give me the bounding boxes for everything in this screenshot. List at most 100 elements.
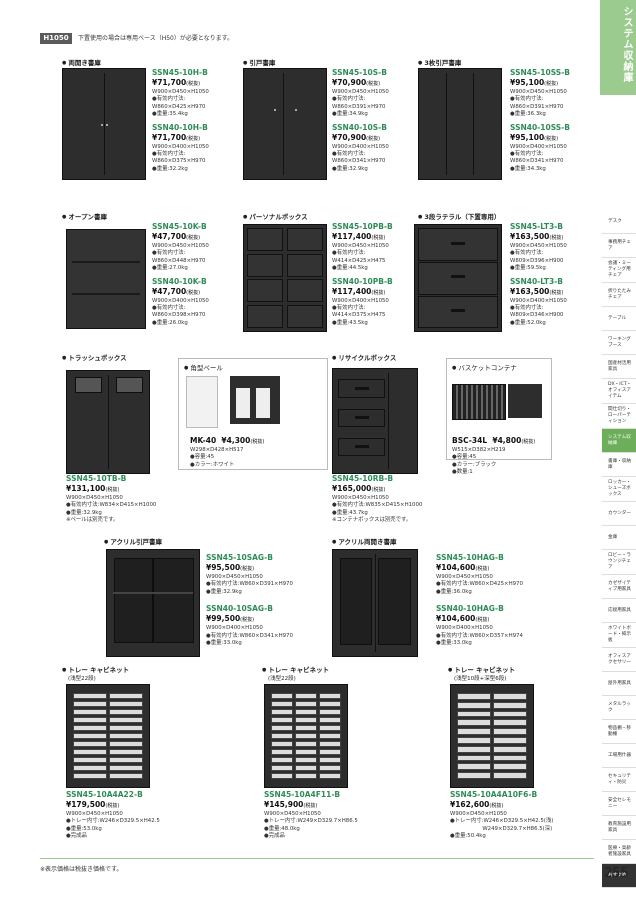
product-code: SSN40-10SAG-B bbox=[206, 604, 273, 614]
tray bbox=[109, 757, 143, 763]
tray bbox=[295, 717, 317, 723]
tray bbox=[319, 725, 341, 731]
product-block: MK-40 ¥4,300(税抜) W298×D428×H517 ●容量:45 ●… bbox=[190, 436, 264, 469]
product-price: ¥47,700(税抜) bbox=[152, 232, 201, 241]
sidebar-item[interactable]: ロッカー・シューズボックス bbox=[602, 477, 636, 502]
tray bbox=[493, 728, 527, 735]
tray bbox=[109, 725, 143, 731]
section-title: バスケットコンテナ bbox=[452, 362, 517, 372]
product-price: BSC-34L ¥4,800(税抜) bbox=[452, 436, 536, 445]
tray bbox=[319, 709, 341, 715]
sidebar-item[interactable]: 安全セレモニー bbox=[602, 792, 636, 816]
product-block: SSN45-10RB-B ¥165,000(税抜) W900×D450×H105… bbox=[332, 474, 422, 525]
tray bbox=[319, 749, 341, 755]
section-title: 引戸書庫 bbox=[243, 57, 275, 67]
sidebar-item[interactable]: ワーキングブース bbox=[602, 331, 636, 355]
product-price: ¥71,700(税抜) bbox=[152, 132, 201, 142]
product-spec: W414×D375×H475 bbox=[332, 312, 386, 319]
product-code: SSN45-10S-B bbox=[332, 68, 387, 77]
lateral-cabinet-image bbox=[414, 224, 502, 332]
sidebar-item[interactable]: 屋外用家具 bbox=[602, 672, 636, 696]
tray bbox=[271, 733, 293, 739]
product-spec: ●重量:33.0kg bbox=[206, 640, 242, 647]
sidebar-item[interactable]: デスク bbox=[602, 210, 636, 234]
section-title: 角型ペール bbox=[184, 362, 223, 372]
sidebar-item[interactable]: カゼザイティブ用家具 bbox=[602, 575, 636, 599]
tray bbox=[493, 737, 527, 744]
sidebar-item[interactable]: 物品棚・移動棚 bbox=[602, 720, 636, 744]
product-spec: W860×D341×H970 bbox=[510, 158, 564, 165]
product-spec: ●容量:45 bbox=[190, 454, 215, 461]
product-spec: ●重量:59.5kg bbox=[510, 265, 546, 272]
sidebar-item[interactable]: 事務用チェア bbox=[602, 234, 636, 258]
tray bbox=[295, 741, 317, 747]
sidebar-item[interactable]: 医療・高齢者施設家具 bbox=[602, 840, 636, 864]
product-price: ¥70,900(税抜) bbox=[332, 132, 381, 142]
sidebar-item[interactable]: 折りたたみチェア bbox=[602, 283, 636, 307]
tray bbox=[271, 773, 293, 779]
section-title: オープン書庫 bbox=[62, 211, 107, 221]
trash-box-image bbox=[66, 370, 150, 474]
product-price: ¥145,900(税抜) bbox=[264, 800, 318, 809]
tray bbox=[271, 717, 293, 723]
product-spec: ●有効内寸法: bbox=[152, 151, 186, 158]
sliding-door-cabinet-image bbox=[243, 68, 327, 180]
sidebar-item[interactable]: DX・ICT・オフィスアイテム bbox=[602, 379, 636, 404]
tray bbox=[271, 709, 293, 715]
sidebar-item[interactable]: 会議・ミーティング用チェア bbox=[602, 258, 636, 283]
product-price: ¥47,700(税抜) bbox=[152, 286, 201, 296]
sidebar-item[interactable]: テーブル bbox=[602, 307, 636, 331]
section-title: 3段ラテラル（下置専用） bbox=[418, 211, 500, 221]
tray bbox=[493, 772, 527, 779]
sidebar-item[interactable]: システム収納庫 bbox=[602, 429, 636, 453]
sidebar-item[interactable]: 教育施設用家具 bbox=[602, 816, 636, 840]
product-block: SSN45-10S-B ¥70,900(税抜) W900×D450×H1050 … bbox=[332, 68, 389, 173]
product-code: SSN45-10TB-B bbox=[66, 474, 127, 483]
product-code: SSN45-10PB-B bbox=[332, 222, 393, 231]
sidebar-item[interactable]: 工場用什器 bbox=[602, 744, 636, 768]
product-price: ¥71,700(税抜) bbox=[152, 78, 201, 87]
pail-image bbox=[186, 376, 218, 428]
product-block: SSN45-10H-B ¥71,700(税抜) W900×D450×H1050 … bbox=[152, 68, 209, 173]
tray bbox=[271, 749, 293, 755]
product-spec: ※コンテナボックスは別売です。 bbox=[332, 517, 412, 524]
product-spec: ●重量:32.9kg bbox=[332, 165, 368, 172]
product-spec: ●完成品 bbox=[264, 833, 285, 840]
tray-cabinet-image bbox=[450, 684, 534, 788]
sidebar-item[interactable]: セキュリティ・防災 bbox=[602, 768, 636, 792]
product-price: ¥162,600(税抜) bbox=[450, 800, 504, 809]
section-title: 3枚引戸書庫 bbox=[418, 57, 461, 67]
product-code: SSN40-10SS-B bbox=[510, 122, 571, 132]
product-spec: ●トレー内寸:W246×D329.5×H42.5(浅) bbox=[450, 818, 554, 825]
product-spec: ●有効内寸法: bbox=[152, 96, 186, 103]
product-spec: ●有効内寸法:W835×D415×H1000 bbox=[332, 502, 423, 509]
sidebar-item[interactable]: 書庫・収納庫 bbox=[602, 453, 636, 477]
sidebar-item[interactable]: 間仕切り・ローパーティション bbox=[602, 404, 636, 429]
section-subtitle: (浅型10段+深型6段) bbox=[454, 676, 507, 682]
sidebar-item[interactable]: メタルラック bbox=[602, 696, 636, 720]
product-spec: W860×D398×H970 bbox=[152, 312, 206, 319]
product-spec: ●有効内寸法:W860×D341×H970 bbox=[206, 632, 293, 639]
sidebar-item[interactable]: カウンター bbox=[602, 502, 636, 526]
tray bbox=[73, 725, 107, 731]
tray bbox=[73, 741, 107, 747]
product-block: SSN45-10PB-B ¥117,400(税抜) W900×D450×H105… bbox=[332, 222, 393, 327]
product-spec: W900×D400×H1050 bbox=[510, 143, 567, 150]
section-title: アクリル両開き書庫 bbox=[332, 536, 396, 546]
tray bbox=[457, 763, 491, 771]
product-spec: ●有効内寸法: bbox=[332, 305, 366, 312]
product-spec: ●トレー内寸:W249×D329.7×H86.5 bbox=[264, 818, 358, 825]
tray bbox=[295, 733, 317, 739]
sidebar-item[interactable]: ロビー・ラウンジチェア bbox=[602, 550, 636, 575]
product-price: ¥117,400(税抜) bbox=[332, 232, 386, 241]
sidebar-item[interactable]: 金庫 bbox=[602, 526, 636, 550]
section-title: トレー キャビネット bbox=[448, 664, 515, 674]
product-price: ¥163,500(税抜) bbox=[510, 232, 564, 241]
sidebar-item[interactable]: 国産材活用家具 bbox=[602, 355, 636, 379]
sidebar-item[interactable]: 応接用家具 bbox=[602, 599, 636, 623]
tray bbox=[295, 701, 317, 707]
product-price: ¥163,500(税抜) bbox=[510, 286, 564, 296]
tray bbox=[457, 710, 491, 718]
sidebar-item[interactable]: オフィスアクセサリー bbox=[602, 648, 636, 672]
sidebar-item[interactable]: ホワイトボード・掲示板 bbox=[602, 623, 636, 648]
